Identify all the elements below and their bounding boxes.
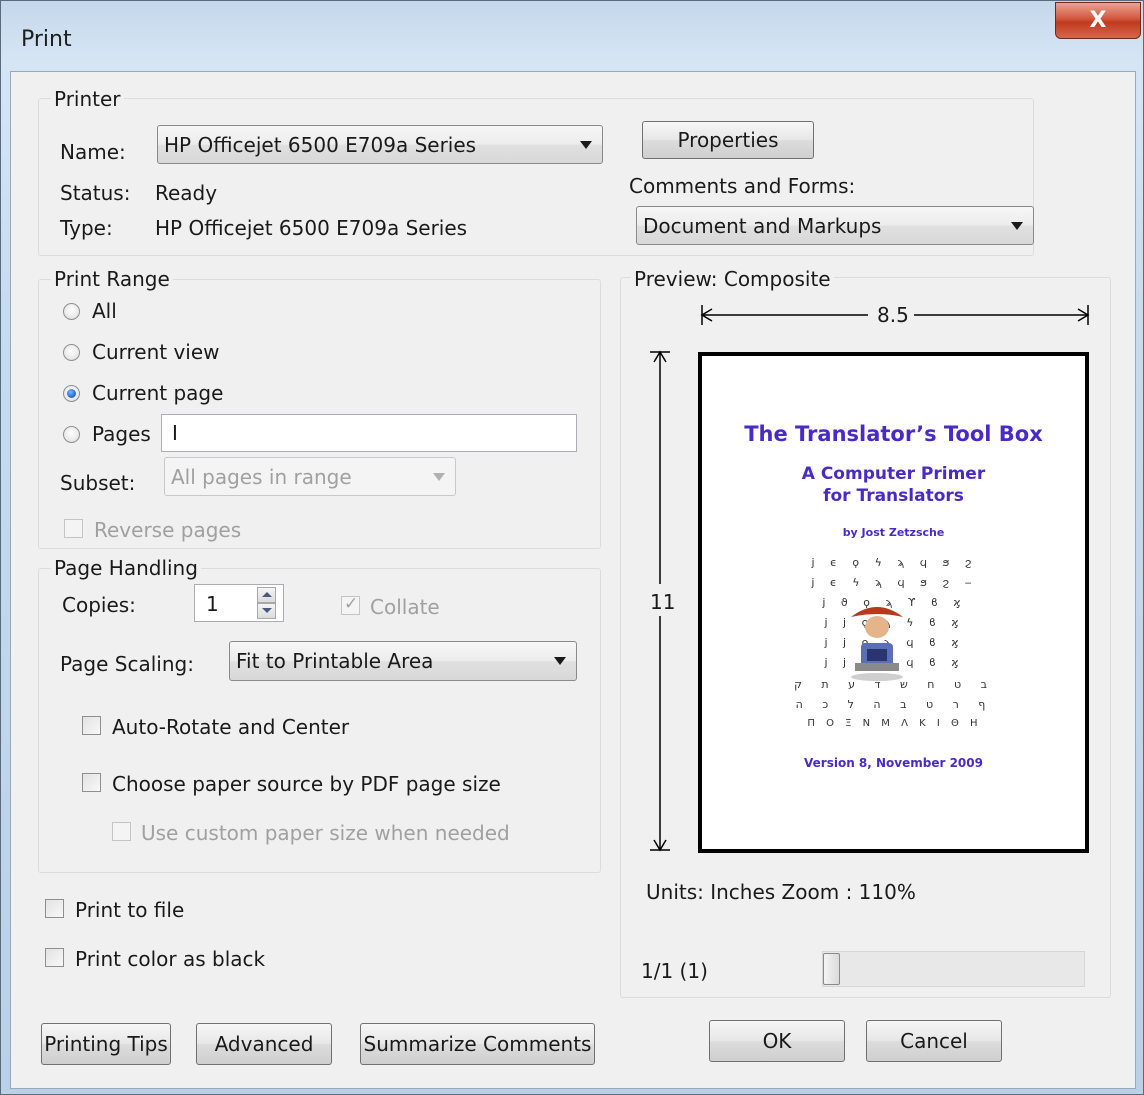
collate-label: Collate: [370, 595, 440, 619]
print-dialog: Print X Printer Name: HP Officejet 6500 …: [0, 0, 1144, 1095]
preview-label: Preview: Composite: [631, 267, 834, 291]
gnome-illustration-icon: [851, 607, 903, 681]
paper-source-checkbox[interactable]: [82, 773, 101, 792]
radio-pages[interactable]: [63, 426, 80, 443]
preview-page-author: by Jost Zetzsche: [842, 526, 945, 539]
width-dimension-label: 8.5: [877, 303, 909, 327]
spin-up-icon[interactable]: [257, 587, 276, 603]
close-button[interactable]: X: [1055, 2, 1141, 39]
radio-all-label[interactable]: All: [92, 299, 117, 323]
cancel-button[interactable]: Cancel: [866, 1020, 1002, 1062]
height-dimension-label: 11: [650, 590, 676, 614]
printer-name-select[interactable]: HP Officejet 6500 E709a Series: [157, 125, 603, 164]
radio-all[interactable]: [63, 303, 80, 320]
pages-input[interactable]: I: [161, 414, 577, 452]
collate-checkbox[interactable]: ✓: [341, 594, 360, 615]
preview-glyph-row: ϳ ϵ ϙ ϟ ϡ ϥ ϧ ϩ: [811, 556, 978, 569]
slider-thumb[interactable]: [823, 953, 840, 985]
close-icon: X: [1089, 8, 1107, 33]
paper-source-label: Choose paper source by PDF page size: [112, 772, 501, 796]
page-scaling-label: Page Scaling:: [60, 652, 194, 676]
printer-type-label: Type:: [60, 216, 113, 240]
radio-current-page-label[interactable]: Current page: [92, 381, 223, 405]
printing-tips-button[interactable]: Printing Tips: [41, 1023, 171, 1065]
printer-status-value: Ready: [155, 181, 218, 205]
comments-forms-label: Comments and Forms:: [629, 174, 856, 198]
custom-paper-label: Use custom paper size when needed: [141, 821, 510, 845]
printer-name-value: HP Officejet 6500 E709a Series: [164, 132, 477, 157]
copies-value: 1: [206, 592, 219, 616]
dialog-title: Print: [21, 27, 72, 52]
subset-select[interactable]: All pages in range: [164, 457, 456, 496]
print-to-file-label: Print to file: [75, 898, 185, 922]
custom-paper-checkbox[interactable]: [112, 822, 131, 841]
radio-pages-label[interactable]: Pages: [92, 422, 151, 446]
print-color-black-label: Print color as black: [75, 947, 266, 971]
chevron-down-icon: [433, 472, 445, 481]
preview-page: The Translator’s Tool Box A Computer Pri…: [698, 352, 1089, 853]
advanced-button[interactable]: Advanced: [196, 1023, 332, 1065]
ok-button[interactable]: OK: [709, 1020, 845, 1062]
chevron-down-icon: [580, 140, 592, 149]
chevron-down-icon: [1011, 221, 1023, 230]
copies-stepper[interactable]: 1: [194, 584, 284, 622]
properties-button[interactable]: Properties: [642, 121, 814, 159]
preview-glyph-row: ף ר ט ב ה ל כ ה: [795, 698, 994, 711]
comments-forms-select[interactable]: Document and Markups: [636, 206, 1034, 245]
printer-type-value: HP Officejet 6500 E709a Series: [155, 216, 468, 240]
subset-label: Subset:: [60, 471, 136, 495]
preview-glyph-row: Π Ο Ξ Ν Μ Λ Κ Ι Θ Η: [807, 718, 982, 729]
radio-current-view-label[interactable]: Current view: [92, 340, 220, 364]
page-scaling-select[interactable]: Fit to Printable Area: [229, 641, 577, 681]
summarize-comments-button[interactable]: Summarize Comments: [360, 1023, 595, 1065]
printer-name-label: Name:: [60, 140, 126, 164]
preview-page-version: Version 8, November 2009: [804, 756, 983, 770]
reverse-pages-label: Reverse pages: [94, 518, 242, 542]
print-to-file-checkbox[interactable]: [45, 899, 64, 918]
page-counter: 1/1 (1): [641, 959, 708, 983]
copies-label: Copies:: [62, 593, 136, 617]
preview-glyph-row: ϳ ϵ ϟ ϡ ϥ ϧ ϩ ‒: [811, 576, 978, 589]
page-handling-label: Page Handling: [51, 556, 201, 580]
auto-rotate-label: Auto-Rotate and Center: [112, 715, 350, 739]
spin-down-icon[interactable]: [257, 603, 276, 619]
page-scaling-value: Fit to Printable Area: [236, 649, 434, 673]
printer-group-label: Printer: [51, 87, 124, 111]
preview-cover-art: ϳ ϵ ϙ ϟ ϡ ϥ ϧ ϩ ϳ ϵ ϟ ϡ ϥ ϧ ϩ ‒ ϳ ϑ ϙ ϡ …: [787, 556, 1002, 746]
chevron-down-icon: [554, 657, 566, 665]
radio-current-page[interactable]: [63, 385, 80, 402]
checkmark-icon: ✓: [344, 594, 359, 614]
preview-page-slider[interactable]: [822, 951, 1085, 987]
preview-page-subtitle-1: A Computer Primer: [801, 464, 986, 484]
units-zoom-label: Units: Inches Zoom : 110%: [646, 880, 916, 904]
print-color-black-checkbox[interactable]: [45, 948, 64, 967]
preview-page-title: The Translator’s Tool Box: [744, 422, 1043, 446]
printer-status-label: Status:: [60, 181, 131, 205]
radio-current-view[interactable]: [63, 344, 80, 361]
print-range-label: Print Range: [51, 267, 173, 291]
auto-rotate-checkbox[interactable]: [82, 716, 101, 735]
subset-value: All pages in range: [171, 464, 352, 489]
comments-forms-value: Document and Markups: [643, 213, 882, 238]
preview-page-subtitle-2: for Translators: [823, 486, 964, 506]
reverse-pages-checkbox[interactable]: [64, 519, 83, 538]
